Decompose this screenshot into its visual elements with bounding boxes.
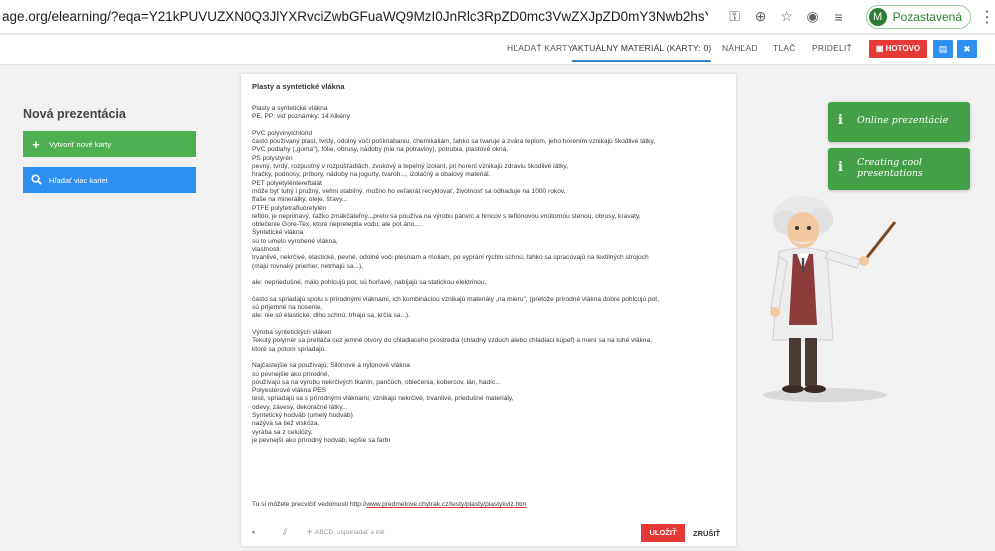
close-button[interactable]: ✖ <box>957 40 977 58</box>
save-icon: ▣ <box>875 44 886 53</box>
creating-presentations-card[interactable]: i Creating cool presentations <box>828 148 970 190</box>
tab-current-material[interactable]: AKTUÁLNY MATERIÁL (KARTY: 0) <box>572 43 712 62</box>
tab-assign[interactable]: PRIDELIŤ <box>812 43 852 53</box>
exercise-link[interactable]: www.predmetove.chytrak.cz/testy/plasty/p… <box>366 501 526 508</box>
new-presentation-title: Nová prezentácia <box>23 107 126 121</box>
tab-print[interactable]: TLAČ <box>773 43 796 53</box>
profile-status: Pozastavená <box>892 9 962 24</box>
card-text-editor[interactable]: Plasty a syntetické vlákna PE, PP: viď p… <box>252 105 730 445</box>
close-icon: ✖ <box>963 44 971 54</box>
browser-actions: ⚿ ⊕ ☆ ◉ ≡ <box>722 8 852 25</box>
browser-menu-icon[interactable]: ⋮ <box>979 7 995 27</box>
editor-card: Plasty a syntetické vlákna Plasty a synt… <box>241 74 736 546</box>
card-title: Plasty a syntetické vlákna <box>252 82 345 91</box>
search-cards-label: Hľadať viac kariet <box>49 175 108 185</box>
editor-footer: ▪ ⫽ + ABCD, usporiadať a iné ULOŽIŤ ZRUŠ… <box>241 521 736 546</box>
extension-icon[interactable]: ◉ <box>800 8 826 25</box>
done-label: HOTOVO <box>885 44 921 53</box>
attachment-icon[interactable]: ⫽ <box>283 527 287 538</box>
online-presentations-card[interactable]: i Online prezentácie <box>828 102 970 142</box>
link-prefix: Tu si môžete precvičiť vedomosti http:// <box>252 501 367 508</box>
done-button[interactable]: ▣ HOTOVO <box>869 40 927 58</box>
einstein-mascot-illustration <box>763 196 897 402</box>
tab-preview[interactable]: NÁHĽAD <box>722 43 758 53</box>
cancel-button[interactable]: ZRUŠIŤ <box>693 529 720 538</box>
app-toolbar: HĽADAŤ KARTY AKTUÁLNY MATERIÁL (KARTY: 0… <box>0 35 995 65</box>
create-cards-label: Vytvoriť nové karty <box>49 139 112 149</box>
url-field[interactable]: age.org/elearning/?eqa=Y21kPUVUZXN0Q3JlY… <box>0 9 708 24</box>
browser-address-bar: age.org/elearning/?eqa=Y21kPUVUZXN0Q3JlY… <box>0 0 995 34</box>
info-icon: i <box>838 113 843 128</box>
creating-presentations-label: Creating cool presentations <box>857 157 923 179</box>
add-options-link[interactable]: ABCD, usporiadať a iné <box>315 529 385 536</box>
image-icon[interactable]: ▪ <box>252 527 255 537</box>
search-icon <box>23 173 49 188</box>
info-icon: i <box>838 160 843 175</box>
profile-button[interactable]: M Pozastavená <box>865 4 971 29</box>
reading-list-icon[interactable]: ≡ <box>826 9 852 25</box>
plus-icon: + <box>32 136 40 152</box>
add-plus-icon[interactable]: + <box>307 527 312 537</box>
key-icon[interactable]: ⚿ <box>722 8 748 25</box>
save-icon-button[interactable]: ▤ <box>933 40 953 58</box>
create-cards-button[interactable]: + Vytvoriť nové karty <box>23 131 196 157</box>
exercise-link-line: Tu si môžete precvičiť vedomosti http://… <box>252 501 527 508</box>
zoom-icon[interactable]: ⊕ <box>748 8 774 25</box>
floppy-icon: ▤ <box>938 44 948 54</box>
avatar: M <box>868 7 887 26</box>
save-button[interactable]: ULOŽIŤ <box>641 524 685 542</box>
tab-search-cards[interactable]: HĽADAŤ KARTY <box>507 43 573 53</box>
online-presentations-label: Online prezentácie <box>857 115 949 126</box>
bookmark-star-icon[interactable]: ☆ <box>774 8 800 25</box>
search-cards-button[interactable]: Hľadať viac kariet <box>23 167 196 193</box>
